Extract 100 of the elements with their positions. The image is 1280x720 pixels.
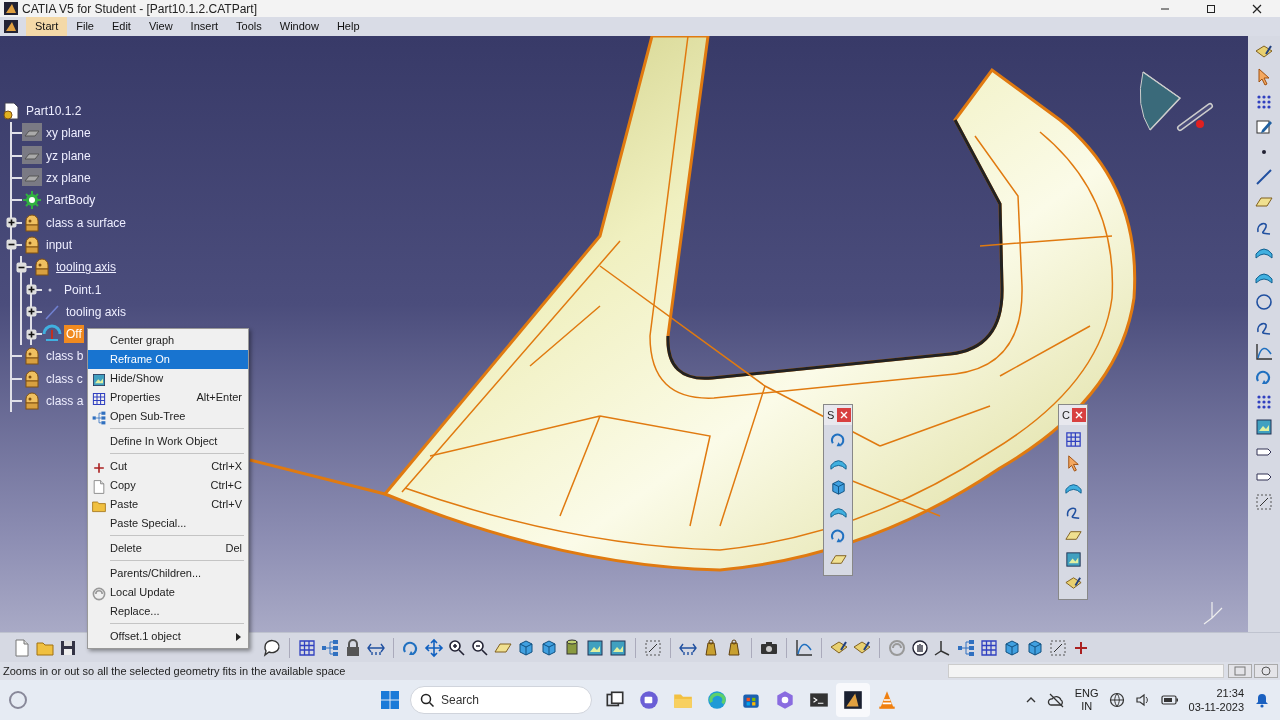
toolbar-title: S — [827, 407, 835, 423]
collapse-icon[interactable] — [6, 239, 17, 251]
tree-item[interactable]: class b — [44, 347, 86, 366]
plane-icon — [22, 145, 42, 166]
point-icon — [47, 286, 53, 293]
speech-bubble-icon[interactable] — [262, 637, 282, 658]
menu-item[interactable]: Paste Ctrl+V — [88, 495, 248, 514]
close-icon — [840, 411, 848, 419]
bell-icon[interactable] — [1254, 692, 1270, 708]
image-icon[interactable] — [608, 637, 628, 658]
taskbar-app[interactable] — [836, 683, 870, 717]
menu-item[interactable]: Start — [26, 17, 68, 36]
document-icon[interactable] — [91, 478, 107, 495]
part-icon — [2, 101, 22, 122]
graph-icon[interactable] — [794, 637, 814, 658]
hexagon-icon — [774, 689, 796, 711]
plane-icon — [22, 123, 42, 144]
tree-item[interactable]: zx plane — [44, 169, 93, 188]
status-button[interactable] — [1254, 664, 1278, 678]
menu-item[interactable]: Insert — [181, 17, 228, 36]
move-arrows-icon[interactable] — [424, 637, 444, 658]
browser-icon — [706, 689, 728, 711]
menu-item[interactable]: Parents/Children... — [88, 564, 248, 583]
menu-item[interactable]: Tools — [227, 17, 271, 36]
menu-item[interactable]: Replace... — [88, 602, 248, 621]
menu-item[interactable]: View — [139, 17, 182, 36]
menu-item[interactable]: Window — [270, 17, 328, 36]
toolbar-title: C — [1062, 407, 1070, 423]
tree-item[interactable]: PartBody — [44, 191, 98, 210]
menu-item[interactable]: Hide/Show — [88, 369, 248, 388]
tree-item[interactable]: tooling axis — [54, 258, 119, 277]
sketch-icon[interactable] — [1254, 117, 1274, 137]
tree-item[interactable]: tooling axis — [64, 302, 129, 321]
menu-item[interactable]: Cut Ctrl+X — [88, 457, 248, 476]
region-label[interactable]: IN — [1081, 700, 1093, 713]
plane-icon — [22, 168, 42, 189]
expand-icon[interactable] — [26, 306, 37, 318]
menu-item[interactable]: Properties Alt+Enter — [88, 388, 248, 407]
tree-item[interactable]: yz plane — [44, 146, 93, 165]
menu-item[interactable]: Offset.1 object — [88, 627, 248, 646]
grid-icon[interactable] — [297, 637, 317, 658]
cloud-off-icon[interactable] — [1046, 692, 1065, 708]
image-icon[interactable] — [1063, 550, 1083, 569]
menu-item[interactable]: Local Update — [88, 583, 248, 602]
collapse-icon[interactable] — [16, 261, 27, 273]
clock-time[interactable]: 21:34 — [1216, 686, 1244, 700]
image-icon[interactable] — [91, 371, 107, 388]
close-button[interactable] — [1072, 408, 1086, 422]
close-icon — [1251, 2, 1263, 15]
speaker-icon[interactable] — [1134, 692, 1151, 708]
menu-item[interactable]: Open Sub-Tree — [88, 407, 248, 426]
menu-item[interactable]: Center graph — [88, 331, 248, 350]
globe-icon[interactable] — [1108, 692, 1125, 708]
menu-item[interactable]: Copy Ctrl+C — [88, 476, 248, 495]
tree-item[interactable]: xy plane — [44, 124, 93, 143]
menu-item[interactable]: Delete Del — [88, 539, 248, 558]
menu-item[interactable]: Define In Work Object — [88, 432, 248, 451]
circle-icon[interactable] — [1254, 292, 1274, 312]
line-icon[interactable] — [1254, 167, 1274, 187]
windows-logo-icon — [380, 690, 400, 710]
image-icon[interactable] — [1254, 417, 1274, 437]
close-button[interactable] — [837, 408, 851, 422]
expand-icon[interactable] — [26, 284, 37, 295]
grid-icon[interactable] — [979, 637, 999, 658]
image-icon[interactable] — [585, 637, 605, 658]
tree-item[interactable]: input — [44, 235, 75, 254]
graph-icon[interactable] — [1254, 342, 1274, 362]
tree-item[interactable]: class a — [44, 392, 86, 410]
folder-stack-icon — [22, 234, 42, 255]
maximize-icon — [1205, 2, 1217, 15]
language-label[interactable]: ENG — [1074, 687, 1099, 700]
close-icon — [1075, 411, 1083, 419]
app-logo-icon — [4, 2, 18, 15]
battery-icon[interactable] — [1160, 694, 1179, 706]
expand-icon[interactable] — [6, 217, 17, 229]
tree-diagram-icon[interactable] — [91, 409, 107, 426]
tree-item[interactable]: class c — [44, 369, 85, 388]
traffic-cone-icon — [876, 689, 898, 711]
clock-date[interactable]: 03-11-2023 — [1188, 700, 1244, 714]
menu-item[interactable]: Reframe On — [88, 350, 248, 369]
tree-diagram-icon[interactable] — [956, 637, 976, 658]
folder-stack-icon — [22, 212, 42, 233]
menu-item[interactable]: Paste Special... — [88, 514, 248, 533]
menu-item[interactable]: Edit — [102, 17, 140, 36]
tree-item[interactable]: class a surface — [44, 213, 129, 232]
command-field[interactable] — [948, 664, 1224, 678]
tree-item[interactable]: Part10.1.2 — [24, 102, 84, 121]
zoom-in-icon[interactable] — [447, 637, 467, 658]
search-field[interactable]: Search — [410, 686, 592, 714]
menu-item[interactable]: File — [67, 17, 103, 36]
menu-item[interactable]: Help — [327, 17, 369, 36]
grid-icon[interactable] — [1063, 430, 1083, 449]
zoom-out-icon[interactable] — [470, 637, 490, 658]
widget-icon[interactable] — [8, 690, 28, 710]
grid-icon[interactable] — [91, 390, 107, 407]
circle-icon — [1260, 666, 1272, 676]
submenu-arrow-icon — [236, 632, 242, 641]
expand-icon[interactable] — [26, 328, 37, 340]
tree-item[interactable]: Point.1 — [62, 280, 104, 299]
tree-diagram-icon[interactable] — [320, 637, 340, 658]
